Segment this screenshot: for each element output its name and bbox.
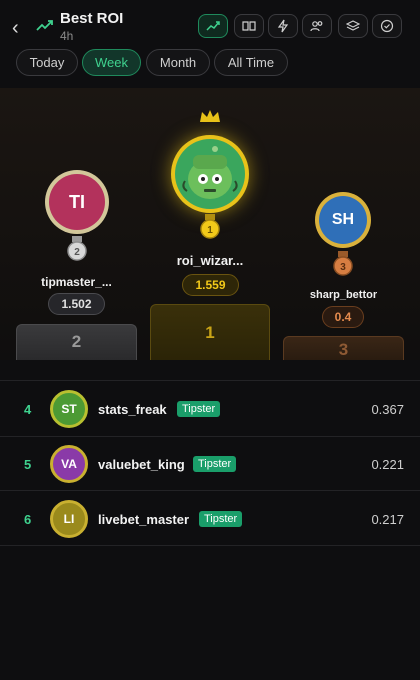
back-chevron-icon[interactable]: ‹: [12, 18, 28, 38]
users-icon: [310, 21, 323, 32]
first-place-score: 1.559: [182, 274, 239, 296]
list-divider: [0, 545, 420, 546]
tipster-badge: Tipster: [177, 401, 221, 417]
username: stats_freak: [98, 402, 167, 417]
trending-up-button[interactable]: [198, 14, 228, 38]
rank-number: 6: [24, 512, 32, 527]
check-circle-button[interactable]: [372, 14, 402, 38]
book-icon: [242, 21, 256, 31]
rank-number: 5: [24, 457, 32, 472]
third-place-avatar[interactable]: SH: [315, 192, 371, 248]
roi-score: 0.217: [371, 512, 404, 527]
bronze-medal-icon: 3: [333, 251, 353, 276]
list-item[interactable]: 6 LI livebet_master Tipster 0.217: [0, 491, 420, 546]
third-place-block: 3: [283, 336, 404, 360]
first-place-avatar[interactable]: [171, 135, 249, 213]
tab-week[interactable]: Week: [82, 49, 141, 76]
tab-month[interactable]: Month: [146, 49, 210, 76]
roi-score: 0.221: [371, 457, 404, 472]
medal-number: 3: [340, 262, 346, 273]
tab-today[interactable]: Today: [16, 49, 78, 76]
second-place-score: 1.502: [48, 293, 105, 315]
avatar: ST: [50, 390, 88, 428]
medal-number: 1: [207, 225, 213, 236]
second-place-block: 2: [16, 324, 137, 360]
list-item[interactable]: 4 ST stats_freak Tipster 0.367: [0, 381, 420, 436]
third-place-score: 0.4: [322, 306, 364, 328]
users-button[interactable]: [302, 14, 332, 38]
third-place-name: sharp_bettor: [309, 289, 378, 301]
second-place-avatar[interactable]: TI: [45, 170, 109, 234]
page-subtitle: 4h: [60, 29, 74, 43]
check-circle-icon: [380, 19, 394, 33]
username: valuebet_king: [98, 457, 185, 472]
medal-number: 2: [74, 247, 80, 258]
avatar: LI: [50, 500, 88, 538]
avatar-initials: TI: [49, 174, 105, 230]
second-place-name: tipmaster_...: [41, 275, 112, 289]
avatar-initials: SH: [319, 196, 367, 244]
lightning-button[interactable]: [268, 14, 298, 38]
trending-up-icon: [36, 20, 53, 31]
tipster-badge: Tipster: [193, 456, 237, 472]
list-item[interactable]: 5 VA valuebet_king Tipster 0.221: [0, 437, 420, 492]
username: livebet_master: [98, 512, 190, 527]
layers-button[interactable]: [338, 14, 368, 38]
first-place-block: 1: [150, 304, 270, 360]
rank-number: 4: [24, 402, 32, 417]
lightning-icon: [277, 19, 289, 33]
zombie-avatar-icon: [175, 139, 245, 209]
page-title: Best ROI: [60, 10, 124, 27]
gold-medal-icon: 1: [200, 214, 220, 239]
silver-medal-icon: 2: [67, 236, 87, 261]
layers-icon: [346, 20, 360, 31]
tab-all-time[interactable]: All Time: [214, 49, 288, 76]
avatar: VA: [50, 445, 88, 483]
roi-score: 0.367: [371, 402, 404, 417]
tipster-badge: Tipster: [199, 511, 243, 527]
book-button[interactable]: [234, 14, 264, 38]
crown-icon: [200, 110, 220, 122]
trending-up-icon: [206, 21, 220, 31]
first-place-name: roi_wizar...: [176, 253, 244, 268]
